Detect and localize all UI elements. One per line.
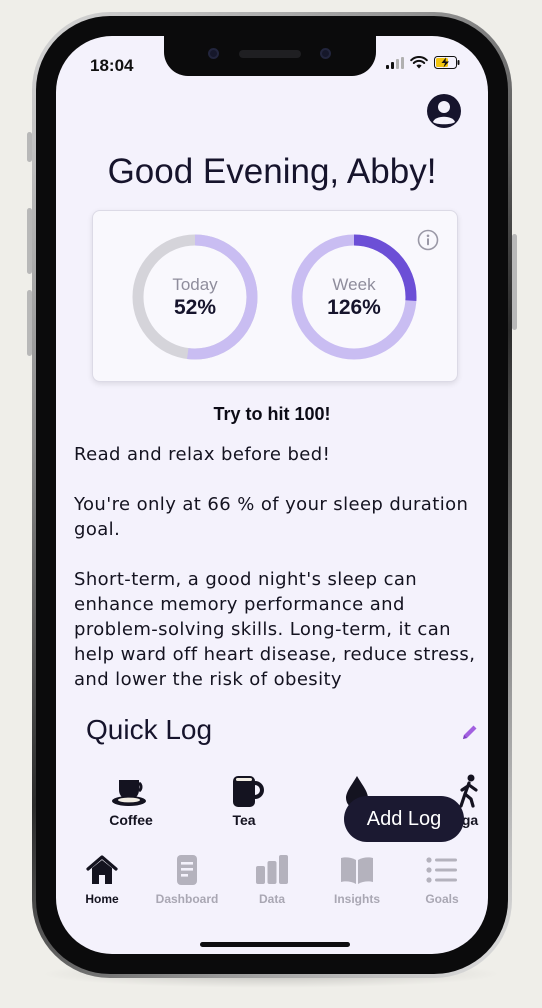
- tip-title: Read and relax before bed!: [74, 444, 331, 465]
- greeting-title: Good Evening, Abby!: [107, 152, 437, 191]
- tip-progress: You're only at 66 % of your sleep durati…: [74, 494, 469, 540]
- tab-dashboard[interactable]: Dashboard: [145, 854, 229, 906]
- tab-label: Home: [85, 892, 119, 906]
- info-icon[interactable]: [417, 229, 439, 251]
- phone-frame: 18:04 Good Evening, Abby! Today 52% Week…: [27, 12, 517, 978]
- quick-log-tea[interactable]: Tea: [193, 762, 295, 842]
- list-icon: [426, 857, 457, 883]
- coffee-cup-icon: [112, 780, 146, 806]
- tab-goals[interactable]: Goals: [400, 854, 484, 906]
- edit-pencil-icon[interactable]: [460, 722, 480, 742]
- week-progress-ring: Week 126%: [290, 233, 418, 361]
- tab-label: Goals: [425, 892, 459, 906]
- mug-icon: [233, 776, 264, 807]
- week-value: 126%: [327, 295, 381, 319]
- today-label: Today: [172, 274, 218, 294]
- bottom-tab-bar: Home Dashboard Data Insights Goals: [56, 844, 488, 944]
- goal-hint: Try to hit 100!: [213, 404, 331, 424]
- week-label: Week: [332, 274, 376, 294]
- battery-charging-icon: [434, 56, 460, 69]
- app-screen: 18:04 Good Evening, Abby! Today 52% Week…: [56, 36, 488, 954]
- quick-log-title: Quick Log: [86, 714, 213, 745]
- tip-detail: Short-term, a good night's sleep can enh…: [74, 569, 476, 690]
- status-time: 18:04: [90, 56, 134, 75]
- status-icons: [386, 56, 460, 69]
- today-progress-ring: Today 52%: [131, 233, 259, 361]
- profile-avatar-icon[interactable]: [426, 93, 462, 129]
- bar-chart-icon: [256, 855, 288, 884]
- book-icon: [341, 857, 373, 884]
- notch: [164, 36, 376, 76]
- home-icon: [86, 855, 118, 884]
- quick-log-coffee[interactable]: Coffee: [80, 762, 182, 842]
- tab-insights[interactable]: Insights: [315, 854, 399, 906]
- tile-label: Coffee: [109, 812, 153, 828]
- wifi-icon: [410, 56, 428, 69]
- add-log-button[interactable]: Add Log: [344, 796, 464, 842]
- tab-data[interactable]: Data: [230, 854, 314, 906]
- document-icon: [177, 855, 197, 885]
- signal-icon: [386, 56, 404, 69]
- tab-label: Dashboard: [155, 892, 219, 906]
- home-indicator: [200, 942, 350, 947]
- today-value: 52%: [173, 295, 217, 319]
- tab-home[interactable]: Home: [60, 854, 144, 906]
- tip-text: Read and relax before bed! You're only a…: [74, 442, 488, 717]
- tab-label: Insights: [333, 892, 380, 906]
- progress-card: Today 52% Week 126%: [92, 210, 458, 382]
- tile-label: Tea: [232, 812, 256, 828]
- tab-label: Data: [258, 892, 285, 906]
